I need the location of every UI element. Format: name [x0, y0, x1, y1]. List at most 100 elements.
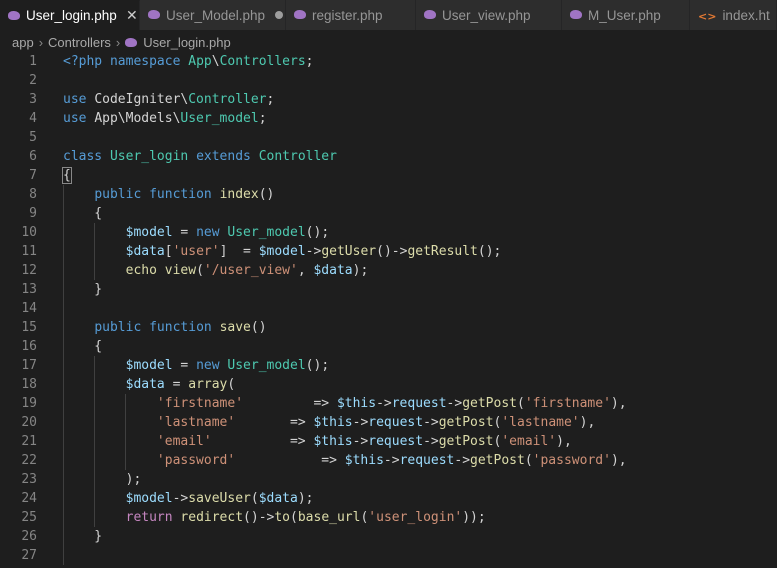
- breadcrumb-item[interactable]: User_login.php: [143, 35, 230, 50]
- code-token: ();: [477, 244, 502, 259]
- code-line[interactable]: 18 $data = array(: [0, 375, 777, 394]
- code-line[interactable]: 2: [0, 71, 777, 90]
- code-token: ] =: [219, 244, 259, 259]
- indent-guide: [63, 546, 64, 565]
- code-token: {: [63, 339, 103, 354]
- code-token: to: [274, 510, 291, 525]
- code-token: User_model: [180, 111, 259, 126]
- code-line[interactable]: 13 }: [0, 280, 777, 299]
- code-token: saveUser: [188, 491, 251, 506]
- line-number: 22: [21, 453, 37, 468]
- code-token: 'user': [172, 244, 220, 259]
- line-number: 16: [21, 339, 37, 354]
- code-text: $model = new User_model();: [63, 223, 330, 242]
- code-line[interactable]: 1 <?php namespace App\Controllers;: [0, 52, 777, 71]
- code-line[interactable]: 9 {: [0, 204, 777, 223]
- code-token: 'lastname': [501, 415, 580, 430]
- line-number: 17: [21, 358, 37, 373]
- code-line[interactable]: 24 $model->saveUser($data);: [0, 489, 777, 508]
- code-line[interactable]: 3 use CodeIgniter\Controller;: [0, 90, 777, 109]
- php-file-icon: [294, 10, 306, 20]
- code-line[interactable]: 12 echo view('/user_view', $data);: [0, 261, 777, 280]
- code-line[interactable]: 16 {: [0, 337, 777, 356]
- code-text: <?php namespace App\Controllers;: [63, 52, 313, 71]
- code-line[interactable]: 26 }: [0, 527, 777, 546]
- line-number: 9: [29, 206, 37, 221]
- code-text: public function save(): [63, 318, 266, 337]
- code-line[interactable]: 15 public function save(): [0, 318, 777, 337]
- code-line[interactable]: 19 'firstname' => $this->request->getPos…: [0, 394, 777, 413]
- tab-m-user-php[interactable]: M_User.php: [562, 0, 690, 30]
- code-token: ->: [172, 491, 189, 506]
- code-token: getPost: [438, 434, 494, 449]
- code-token: $data: [125, 244, 165, 259]
- code-token: ),: [610, 396, 627, 411]
- code-token: App: [188, 54, 212, 69]
- code-token: {: [63, 206, 103, 221]
- code-token: ;: [305, 54, 314, 69]
- code-line[interactable]: 25 return redirect()->to(base_url('user_…: [0, 508, 777, 527]
- code-token: ->: [305, 244, 322, 259]
- code-line[interactable]: 4 use App\Models\User_model;: [0, 109, 777, 128]
- line-number: 11: [21, 244, 37, 259]
- code-token: ()->: [376, 244, 408, 259]
- code-line[interactable]: 21 'email' => $this->request->getPost('e…: [0, 432, 777, 451]
- code-line[interactable]: 27: [0, 546, 777, 565]
- breadcrumb-item[interactable]: Controllers: [48, 35, 111, 50]
- code-token: );: [352, 263, 369, 278]
- code-token: =: [164, 377, 189, 392]
- tab-label: User_login.php: [26, 8, 117, 23]
- line-number: 15: [21, 320, 37, 335]
- code-token: =: [172, 358, 197, 373]
- editor-tab-bar: User_login.php ✕ User_Model.php register.ph…: [0, 0, 777, 30]
- code-token: getPost: [438, 415, 494, 430]
- code-token: use: [63, 111, 95, 126]
- code-token: App\Models\: [94, 111, 181, 126]
- tab-user-model-php[interactable]: User_Model.php: [140, 0, 286, 30]
- code-line[interactable]: 11 $data['user'] = $model->getUser()->ge…: [0, 242, 777, 261]
- code-line[interactable]: 8 public function index(): [0, 185, 777, 204]
- php-file-icon: [8, 11, 20, 21]
- code-line[interactable]: 23 );: [0, 470, 777, 489]
- code-editor[interactable]: 1 <?php namespace App\Controllers; 2 3 use C…: [0, 52, 777, 568]
- code-token: User_model: [227, 358, 306, 373]
- code-token: new: [196, 358, 228, 373]
- code-token: Controller: [258, 149, 337, 164]
- code-token: 'email': [156, 434, 212, 449]
- breadcrumb-item[interactable]: app: [12, 35, 34, 50]
- unsaved-dot-icon[interactable]: [275, 11, 284, 19]
- tab-user-view-php[interactable]: User_view.php: [416, 0, 562, 30]
- code-text: 'password' => $this->request->getPost('p…: [63, 451, 627, 470]
- code-token: new: [196, 225, 228, 240]
- code-text: }: [63, 280, 102, 299]
- code-line[interactable]: 17 $model = new User_model();: [0, 356, 777, 375]
- tab-label: User_view.php: [442, 7, 531, 23]
- code-line[interactable]: 5: [0, 128, 777, 147]
- tab-index-ht[interactable]: <> index.ht: [690, 0, 777, 30]
- code-text: $model = new User_model();: [63, 356, 330, 375]
- tab-label: index.ht: [722, 7, 770, 23]
- code-token: ->: [423, 434, 439, 449]
- code-token: save: [219, 320, 251, 335]
- tab-register-php[interactable]: register.php: [286, 0, 416, 30]
- code-line[interactable]: 6 class User_login extends Controller: [0, 147, 777, 166]
- tab-user-login-php[interactable]: User_login.php ✕: [0, 0, 140, 30]
- code-line[interactable]: 22 'password' => $this->request->getPost…: [0, 451, 777, 470]
- code-token: {: [62, 167, 72, 184]
- code-line[interactable]: 10 $model = new User_model();: [0, 223, 777, 242]
- close-icon[interactable]: ✕: [125, 7, 139, 24]
- code-token: ),: [610, 453, 627, 468]
- line-number: 6: [29, 149, 37, 164]
- code-token: (): [258, 187, 275, 202]
- code-line[interactable]: 20 'lastname' => $this->request->getPost…: [0, 413, 777, 432]
- code-line[interactable]: 14: [0, 299, 777, 318]
- code-token: =: [172, 225, 197, 240]
- code-line[interactable]: 7{: [0, 166, 777, 185]
- code-token: echo: [125, 263, 165, 278]
- code-token: getPost: [470, 453, 525, 468]
